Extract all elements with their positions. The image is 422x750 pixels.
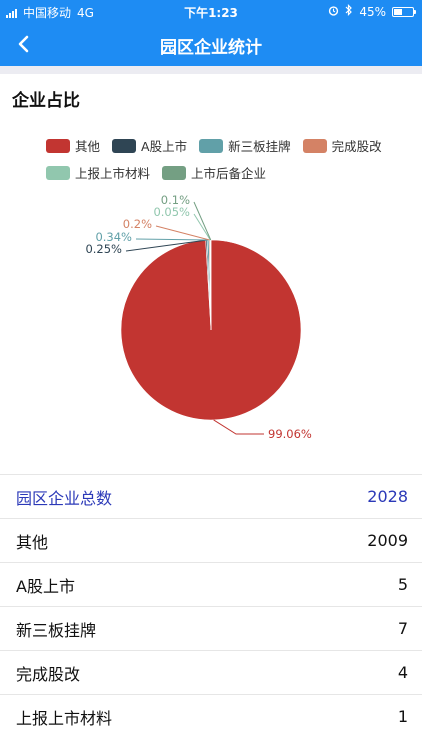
legend-swatch [112, 138, 137, 153]
legend-label: A股上市 [141, 139, 188, 154]
back-button[interactable] [8, 28, 40, 60]
slice-percent-label: 0.2% [123, 217, 152, 231]
status-right: 45% [328, 4, 416, 19]
nav-bar: 园区企业统计 [0, 22, 422, 66]
legend-item[interactable]: A股上市 [112, 136, 187, 155]
row-label: A股上市 [16, 576, 75, 596]
legend-item[interactable]: 上报上市材料 [46, 163, 150, 182]
label-leader-line [193, 201, 212, 241]
total-row: 园区企业总数 2028 [0, 474, 422, 518]
legend-item[interactable]: 新三板挂牌 [199, 136, 291, 155]
table-row: 新三板挂牌 7 [0, 606, 422, 650]
battery-percent: 45% [359, 4, 386, 19]
row-value: 7 [397, 619, 408, 638]
legend-item[interactable]: 完成股改 [302, 136, 382, 155]
table-row: 上报上市材料 1 [0, 694, 422, 738]
table-row: A股上市 5 [0, 562, 422, 606]
chevron-left-icon [18, 35, 29, 53]
label-leader-line [155, 225, 210, 241]
legend-swatch [302, 138, 327, 153]
legend-item[interactable]: 其他 [46, 136, 100, 155]
status-bar: 中国移动 4G 下午1:23 45% [0, 0, 422, 22]
total-label: 园区企业总数 [16, 488, 113, 508]
legend-label: 新三板挂牌 [228, 139, 291, 154]
row-value: 4 [397, 663, 408, 682]
row-value: 5 [397, 575, 408, 594]
battery-icon [392, 6, 416, 17]
pie-chart: 99.06% 0.25%0.34%0.2%0.05%0.1% [85, 193, 312, 441]
row-label: 其他 [16, 532, 49, 552]
legend-label: 上报上市材料 [75, 166, 151, 181]
total-value: 2028 [367, 487, 408, 506]
slice-percent-label: 99.06% [268, 427, 312, 441]
row-value: 2009 [367, 531, 408, 550]
slice-percent-label: 0.34% [95, 230, 132, 244]
page-title: 园区企业统计 [160, 38, 262, 58]
label-leader-line [135, 238, 209, 241]
row-label: 新三板挂牌 [16, 620, 97, 640]
legend-swatch [46, 138, 70, 153]
section-title: 企业占比 [12, 91, 80, 111]
row-label: 上报上市材料 [16, 708, 113, 728]
table-row: 其他 2009 [0, 518, 422, 562]
legend-swatch [162, 165, 187, 180]
legend-swatch [199, 138, 224, 153]
table-row: 完成股改 4 [0, 650, 422, 694]
legend-label: 上市后备企业 [191, 166, 267, 181]
legend-swatch [46, 165, 70, 180]
chart-legend: 其他 A股上市 新三板挂牌 完成股改上报上市材料 上市后备企业 [46, 136, 406, 182]
slice-percent-label: 0.25% [85, 242, 122, 256]
battery-level [394, 8, 403, 15]
bluetooth-icon [345, 4, 353, 19]
stats-list: 园区企业总数 2028 其他 2009 A股上市 5 新三板挂牌 7 完成股改 … [0, 474, 422, 738]
legend-label: 完成股改 [331, 139, 382, 154]
alarm-icon [328, 5, 339, 19]
slice-percent-label: 0.1% [161, 193, 190, 207]
slice-percent-label: 0.05% [153, 205, 190, 219]
label-leader-line [213, 419, 264, 435]
row-value: 1 [397, 707, 408, 726]
row-label: 完成股改 [16, 664, 81, 684]
legend-item[interactable]: 上市后备企业 [162, 163, 266, 182]
section-divider [0, 66, 422, 74]
legend-label: 其他 [75, 139, 101, 154]
